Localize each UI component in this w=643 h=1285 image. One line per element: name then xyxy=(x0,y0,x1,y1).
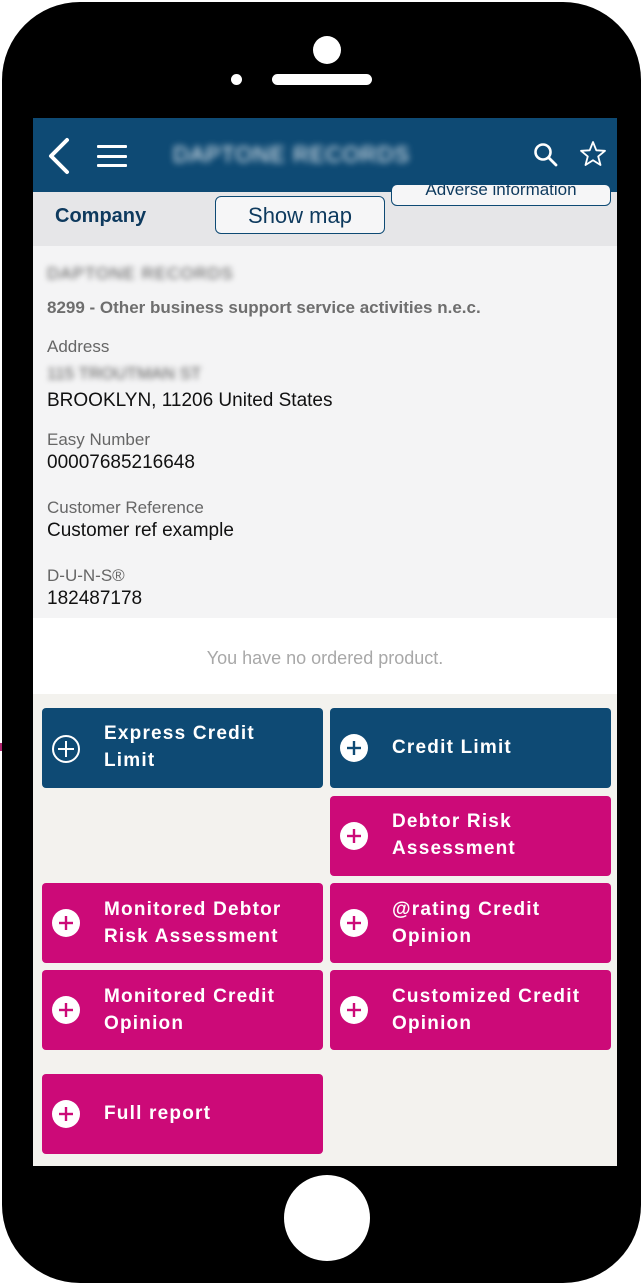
home-button[interactable] xyxy=(284,1175,370,1261)
button-label-line: Monitored Debtor xyxy=(104,899,282,920)
easy-number-value: 00007685216648 xyxy=(47,452,195,473)
button-label-line: Customized Credit xyxy=(392,986,581,1007)
button-label-line: Opinion xyxy=(392,926,473,947)
button-label-line: Opinion xyxy=(104,1013,185,1034)
navigation-bar: DAPTONE RECORDS xyxy=(33,118,617,192)
button-label-line: Full report xyxy=(104,1103,212,1124)
plus-circle-icon xyxy=(52,735,80,763)
star-outline-icon[interactable] xyxy=(579,140,607,168)
debtor-risk-assessment-button[interactable]: Debtor Risk Assessment xyxy=(330,796,611,876)
activity-description: 8299 - Other business support service ac… xyxy=(47,298,481,317)
plus-circle-icon xyxy=(340,909,368,937)
show-map-button[interactable]: Show map xyxy=(215,196,385,234)
tab-bar: Company Show map Adverse information xyxy=(33,184,617,246)
button-label-line: Limit xyxy=(104,750,156,771)
rating-credit-opinion-button[interactable]: @rating Credit Opinion xyxy=(330,883,611,963)
page-title: DAPTONE RECORDS xyxy=(173,142,411,167)
plus-circle-icon xyxy=(340,734,368,762)
button-label-line: @rating Credit xyxy=(392,899,541,920)
easy-number-label: Easy Number xyxy=(47,430,150,449)
monitored-debtor-risk-assessment-button[interactable]: Monitored Debtor Risk Assessment xyxy=(42,883,323,963)
button-label-line: Monitored Credit xyxy=(104,986,276,1007)
tab-company[interactable]: Company xyxy=(55,202,146,230)
full-report-button[interactable]: Full report xyxy=(42,1074,323,1154)
adverse-information-button[interactable]: Adverse information xyxy=(391,184,611,206)
duns-value: 182487178 xyxy=(47,588,143,609)
company-details: DAPTONE RECORDS 8299 - Other business su… xyxy=(33,246,617,618)
button-label-line: Opinion xyxy=(392,1013,473,1034)
plus-circle-icon xyxy=(52,909,80,937)
customized-credit-opinion-button[interactable]: Customized Credit Opinion xyxy=(330,970,611,1050)
no-product-message: You have no ordered product. xyxy=(33,618,617,694)
credit-limit-button[interactable]: Credit Limit xyxy=(330,708,611,788)
search-icon[interactable] xyxy=(533,142,559,168)
app-screen: DAPTONE RECORDS Company Show map Adverse… xyxy=(33,118,617,1166)
address-label: Address xyxy=(47,337,110,356)
customer-reference-label: Customer Reference xyxy=(47,498,204,517)
plus-circle-icon xyxy=(52,1100,80,1128)
monitored-credit-opinion-button[interactable]: Monitored Credit Opinion xyxy=(42,970,323,1050)
express-credit-limit-button[interactable]: Express Credit Limit xyxy=(42,708,323,788)
button-label-line: Risk Assessment xyxy=(104,926,279,947)
company-name: DAPTONE RECORDS xyxy=(47,264,234,283)
button-label-line: Express Credit xyxy=(104,723,255,744)
customer-reference-value: Customer ref example xyxy=(47,520,234,541)
front-camera xyxy=(313,36,341,64)
plus-circle-icon xyxy=(52,996,80,1024)
plus-circle-icon xyxy=(340,996,368,1024)
earpiece-speaker xyxy=(272,74,372,85)
chevron-left-icon[interactable] xyxy=(45,136,73,176)
address-city: BROOKLYN, 11206 United States xyxy=(47,390,333,411)
button-label-line: Assessment xyxy=(392,838,516,859)
duns-label: D-U-N-S® xyxy=(47,566,125,585)
button-label-line: Credit Limit xyxy=(392,737,512,758)
plus-circle-icon xyxy=(340,822,368,850)
proximity-sensor xyxy=(231,74,242,85)
button-label-line: Debtor Risk xyxy=(392,811,512,832)
hamburger-menu-icon[interactable] xyxy=(97,145,127,167)
address-street: 115 TROUTMAN ST xyxy=(47,364,202,383)
